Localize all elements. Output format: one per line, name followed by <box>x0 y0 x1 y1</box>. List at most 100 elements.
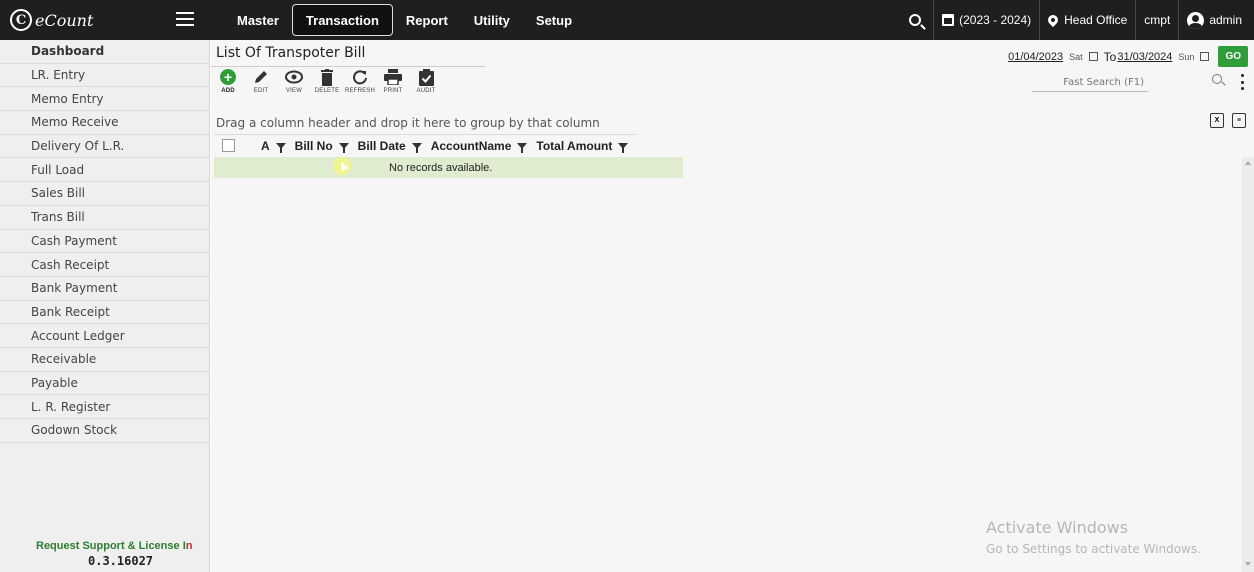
column-header-account-name[interactable]: AccountName <box>431 139 528 153</box>
company-selector[interactable]: cmpt <box>1135 0 1178 40</box>
main-nav: Master Transaction Report Utility Setup <box>224 4 585 36</box>
go-button[interactable]: GO <box>1218 46 1248 67</box>
column-header-bill-date[interactable]: Bill Date <box>358 139 422 153</box>
support-text-red: n <box>185 540 193 552</box>
sidebar-item-memo-receive[interactable]: Memo Receive <box>0 111 209 135</box>
column-a-label: A <box>261 138 270 153</box>
sidebar-item-dashboard[interactable]: Dashboard <box>0 40 209 64</box>
delete-button[interactable]: DELETE <box>314 68 340 94</box>
to-date-input[interactable]: 31/03/2024 <box>1117 51 1172 63</box>
group-by-drop-zone[interactable]: Drag a column header and drop it here to… <box>211 113 1254 133</box>
more-options-icon[interactable] <box>1241 74 1245 90</box>
filter-icon[interactable] <box>411 142 422 153</box>
to-label: To <box>1103 49 1117 64</box>
add-button[interactable]: + ADD <box>217 68 239 94</box>
filter-icon[interactable] <box>618 142 629 153</box>
sidebar-item-memo-entry[interactable]: Memo Entry <box>0 87 209 112</box>
sidebar-item-lr-entry[interactable]: LR. Entry <box>0 64 209 88</box>
plus-circle-icon: + <box>220 69 236 85</box>
global-search-button[interactable] <box>897 0 933 40</box>
support-text: Request Support & License I <box>36 540 186 552</box>
sidebar-item-payable[interactable]: Payable <box>0 372 209 396</box>
nav-setup[interactable]: Setup <box>523 4 585 36</box>
edit-label: EDIT <box>253 88 269 94</box>
sidebar-item-bank-receipt[interactable]: Bank Receipt <box>0 301 209 325</box>
sidebar-item-receivable[interactable]: Receivable <box>0 348 209 372</box>
windows-activation-watermark: Activate Windows Go to Settings to activ… <box>986 518 1201 556</box>
from-date-input[interactable]: 01/04/2023 <box>1008 51 1063 63</box>
to-calendar-icon[interactable] <box>1200 52 1210 61</box>
sidebar-item-full-load[interactable]: Full Load <box>0 158 209 183</box>
sidebar-item-sales-bill[interactable]: Sales Bill <box>0 182 209 206</box>
nav-report[interactable]: Report <box>393 4 461 36</box>
fast-search-input[interactable] <box>1032 74 1148 92</box>
calendar-icon <box>942 14 955 26</box>
sidebar-item-cash-payment[interactable]: Cash Payment <box>0 230 209 254</box>
column-header-total-amount[interactable]: Total Amount <box>536 139 629 153</box>
pdf-export-icon[interactable]: ≡ <box>1232 113 1246 128</box>
sidebar: Dashboard LR. Entry Memo Entry Memo Rece… <box>0 40 210 572</box>
mouse-cursor-highlight <box>333 157 351 175</box>
export-icons: X ≡ <box>1202 113 1246 128</box>
user-menu[interactable]: admin <box>1178 0 1254 40</box>
from-calendar-icon[interactable] <box>1088 52 1098 61</box>
user-avatar-icon <box>1187 11 1205 29</box>
grid-header: A Bill No Bill Date AccountName Total Am… <box>214 134 638 156</box>
title-divider <box>211 66 485 67</box>
hamburger-menu-icon[interactable] <box>176 12 194 26</box>
audit-button[interactable]: AUDIT <box>415 68 437 94</box>
branch-selector[interactable]: Head Office <box>1039 0 1135 40</box>
select-all-checkbox[interactable] <box>222 139 235 152</box>
view-button[interactable]: VIEW <box>283 68 305 94</box>
request-support-link[interactable]: Request Support & License In <box>36 540 192 552</box>
column-header-bill-no[interactable]: Bill No <box>295 139 349 153</box>
refresh-label: REFRESH <box>344 88 376 94</box>
add-label: ADD <box>221 88 235 94</box>
scroll-down-icon[interactable] <box>1245 562 1251 566</box>
page-title: List Of Transpoter Bill <box>216 45 366 61</box>
edit-button[interactable]: EDIT <box>250 68 272 94</box>
logo-text: eCount <box>35 10 94 30</box>
printer-icon <box>384 68 402 86</box>
app-version: 0.3.16027 <box>88 554 154 568</box>
financial-year-selector[interactable]: (2023 - 2024) <box>933 0 1039 40</box>
excel-export-icon[interactable]: X <box>1210 113 1224 128</box>
sidebar-item-trans-bill[interactable]: Trans Bill <box>0 206 209 230</box>
refresh-icon <box>351 68 369 86</box>
filter-icon[interactable] <box>275 142 286 153</box>
date-range-filter: 01/04/2023 Sat To 31/03/2024 Sun GO <box>1008 46 1248 67</box>
sidebar-item-bank-payment[interactable]: Bank Payment <box>0 277 209 301</box>
sidebar-item-godown-stock[interactable]: Godown Stock <box>0 419 209 443</box>
branch-label: Head Office <box>1064 13 1128 27</box>
filter-icon[interactable] <box>517 142 528 153</box>
audit-label: AUDIT <box>416 88 436 94</box>
scroll-up-icon[interactable] <box>1245 161 1251 165</box>
nav-utility[interactable]: Utility <box>461 4 523 36</box>
top-navbar: C eCount Master Transaction Report Utili… <box>0 0 1254 40</box>
column-account-name-label: AccountName <box>430 138 512 153</box>
sidebar-item-lr-register[interactable]: L. R. Register <box>0 395 209 419</box>
nav-master[interactable]: Master <box>224 4 292 36</box>
sidebar-item-cash-receipt[interactable]: Cash Receipt <box>0 253 209 277</box>
sidebar-item-delivery-of-lr[interactable]: Delivery Of L.R. <box>0 135 209 159</box>
search-icon[interactable] <box>1212 74 1222 84</box>
grid-vertical-scrollbar[interactable] <box>1242 157 1254 572</box>
column-bill-date-label: Bill Date <box>357 138 406 153</box>
from-day: Sat <box>1069 51 1083 62</box>
column-header-a[interactable]: A <box>261 139 286 153</box>
nav-transaction[interactable]: Transaction <box>291 4 393 36</box>
trash-icon <box>318 68 336 86</box>
print-button[interactable]: PRINT <box>382 68 404 94</box>
empty-grid-message: No records available. <box>214 157 683 178</box>
filter-icon[interactable] <box>338 142 349 153</box>
refresh-button[interactable]: REFRESH <box>345 68 375 94</box>
to-day: Sun <box>1178 51 1195 62</box>
delete-label: DELETE <box>314 88 340 94</box>
print-label: PRINT <box>383 88 403 94</box>
view-label: VIEW <box>285 88 303 94</box>
main-content: List Of Transpoter Bill + ADD EDIT VIEW … <box>211 40 1254 572</box>
sidebar-item-account-ledger[interactable]: Account Ledger <box>0 324 209 348</box>
pencil-icon <box>252 68 270 86</box>
financial-year-label: (2023 - 2024) <box>959 13 1032 27</box>
action-toolbar: + ADD EDIT VIEW DELETE REFRESH PRINT AUD… <box>217 68 448 94</box>
